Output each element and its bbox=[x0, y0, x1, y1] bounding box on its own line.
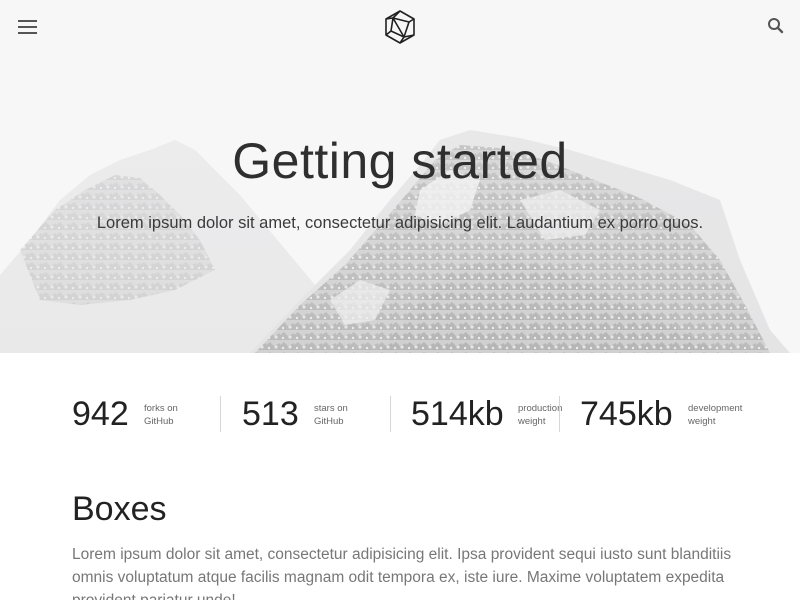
stat-value: 745kb bbox=[580, 395, 673, 433]
stat-label: development weight bbox=[688, 402, 758, 428]
top-navigation-bar bbox=[0, 0, 800, 56]
stat-value: 513 bbox=[242, 395, 299, 433]
stat-divider bbox=[390, 396, 391, 432]
stat-label-line2: GitHub bbox=[144, 416, 174, 427]
stat-label: forks on GitHub bbox=[144, 402, 214, 428]
stat-label: stars on GitHub bbox=[314, 402, 384, 428]
hero-section: Getting started Lorem ipsum dolor sit am… bbox=[0, 0, 800, 353]
stat-divider bbox=[220, 396, 221, 432]
stat-label-line2: weight bbox=[688, 416, 716, 427]
stat-label-line2: GitHub bbox=[314, 416, 344, 427]
search-icon[interactable] bbox=[766, 16, 786, 36]
page: Getting started Lorem ipsum dolor sit am… bbox=[0, 0, 800, 600]
stat-label-line1: production bbox=[518, 403, 563, 414]
hero-subtitle: Lorem ipsum dolor sit amet, consectetur … bbox=[96, 214, 704, 232]
stat-label-line1: forks on bbox=[144, 403, 178, 414]
hero-title: Getting started bbox=[232, 133, 568, 189]
stat-label: production weight bbox=[518, 402, 588, 428]
polyhedron-logo-icon[interactable] bbox=[382, 9, 418, 45]
hamburger-menu-icon[interactable] bbox=[14, 14, 42, 40]
stat-label-line2: weight bbox=[518, 416, 546, 427]
stat-value: 514kb bbox=[411, 395, 504, 433]
boxes-section-body: Lorem ipsum dolor sit amet, consectetur … bbox=[72, 546, 732, 600]
stat-label-line1: stars on bbox=[314, 403, 348, 414]
stat-label-line1: development bbox=[688, 403, 743, 414]
stat-divider bbox=[559, 396, 560, 432]
stats-bar: 942 forks on GitHub 513 stars on GitHub … bbox=[0, 353, 800, 473]
stat-value: 942 bbox=[72, 395, 129, 433]
boxes-section-title: Boxes bbox=[72, 490, 167, 528]
